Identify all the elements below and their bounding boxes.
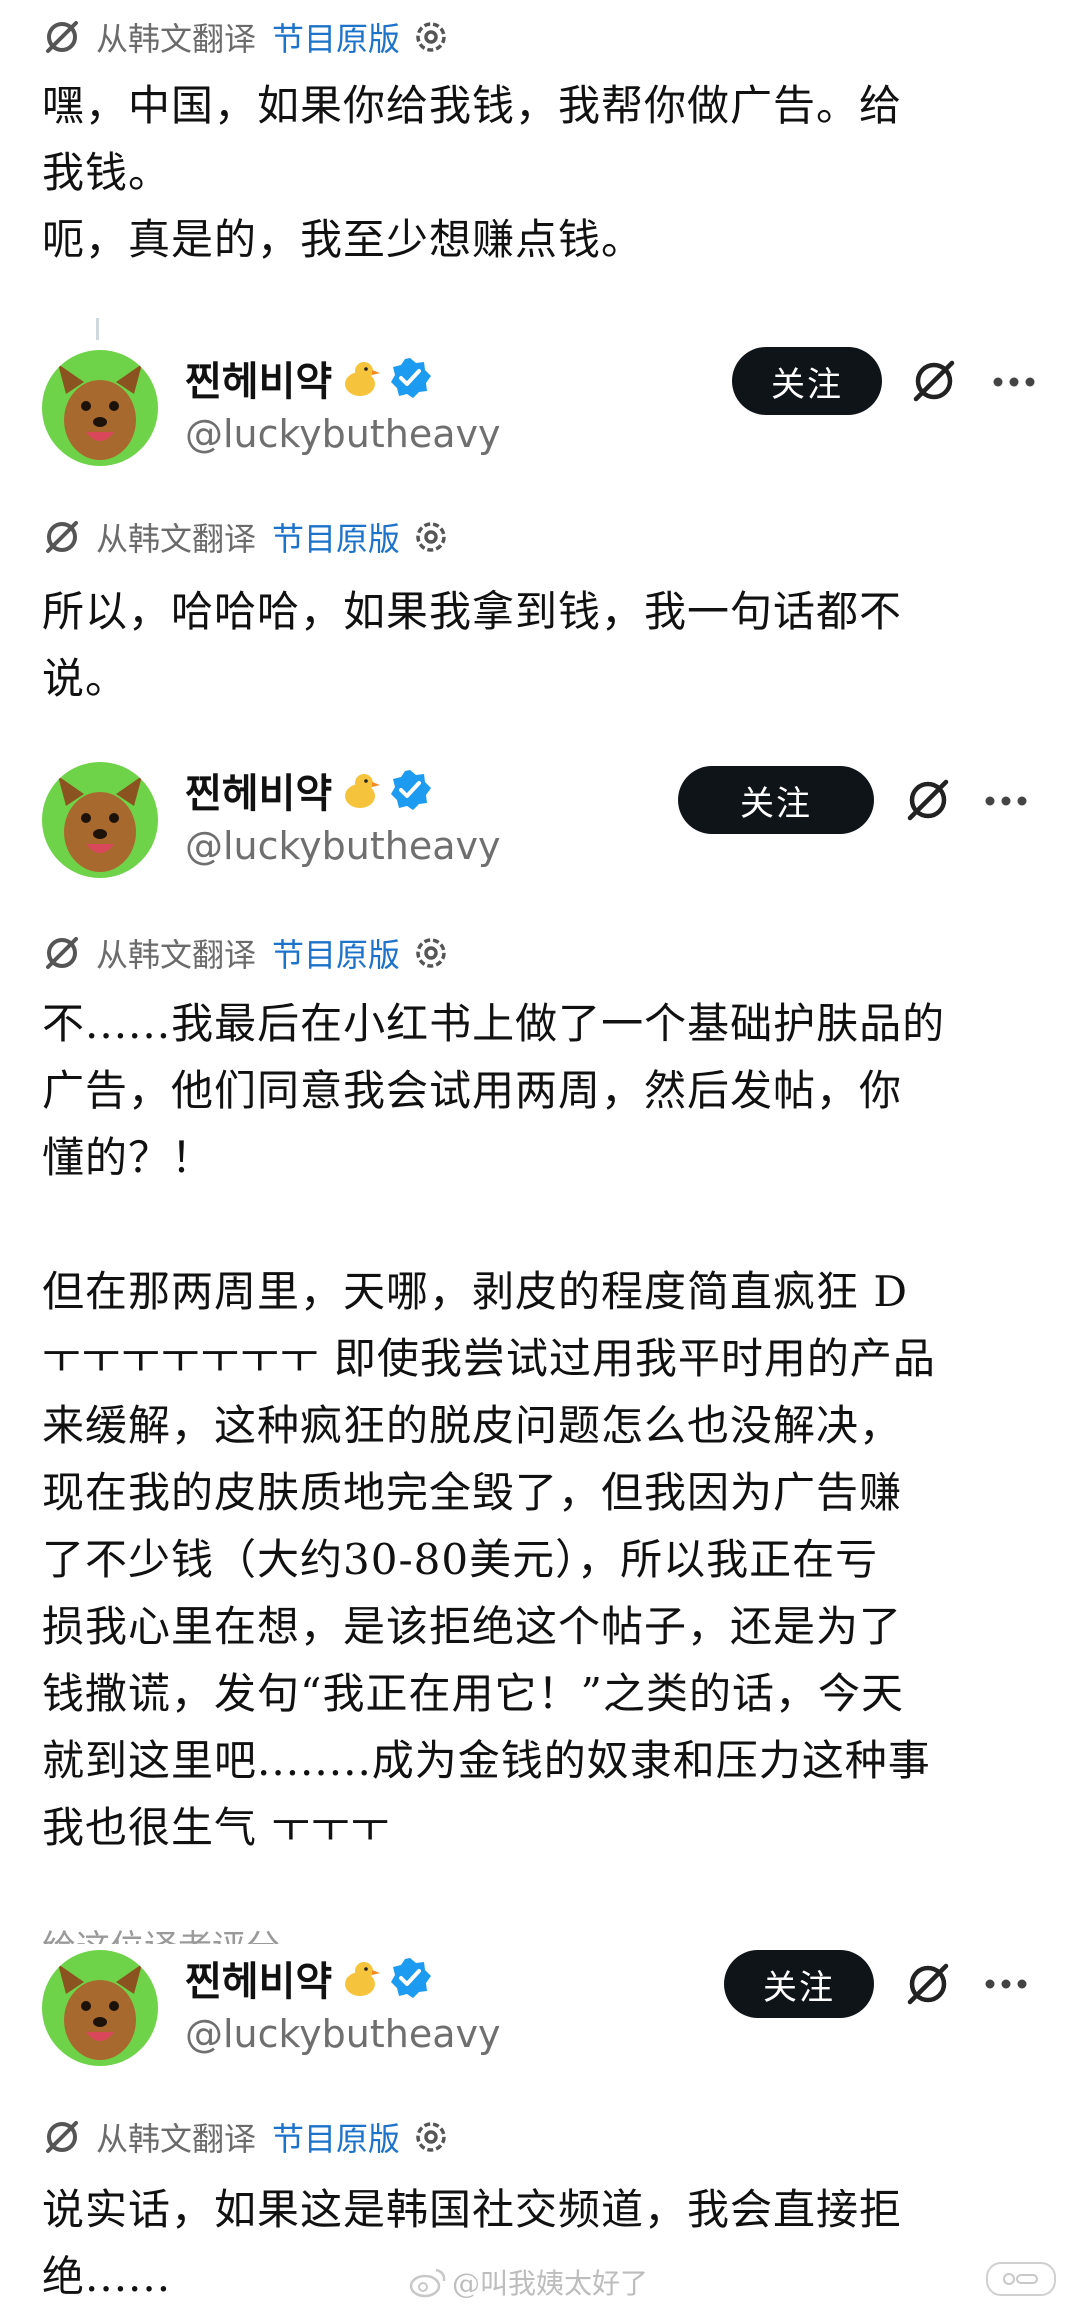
follow-button[interactable]: 关注 <box>724 1950 874 2018</box>
text-line: 说。 <box>42 654 129 703</box>
text-line: 不......我最后在小红书上做了一个基础护肤品的 <box>42 999 946 1048</box>
chick-emoji-icon <box>345 1962 381 1996</box>
watermark-logo-icon <box>986 2262 1056 2296</box>
show-original-link[interactable]: 节目原版 <box>272 930 400 976</box>
translation-bar: 从韩文翻译 节目原版 <box>42 512 450 562</box>
text-line: 我也很生气 ㅜㅜㅜ <box>42 1803 391 1852</box>
weibo-watermark: @叫我姨太好了 <box>408 2262 648 2302</box>
text-line: 来缓解，这种疯狂的脱皮问题怎么也没解决， <box>42 1401 903 1450</box>
gear-icon[interactable] <box>412 2118 450 2156</box>
verified-badge-icon <box>391 1958 432 1998</box>
show-original-link[interactable]: 节目原版 <box>272 14 400 60</box>
post-text-1: 嘿，中国，如果你给我钱，我帮你做广告。给 我钱。 呃，真是的，我至少想赚点钱。 <box>42 72 1042 273</box>
translated-from-label: 从韩文翻译 <box>96 520 257 558</box>
badge-mark-icon <box>1003 2273 1038 2285</box>
grok-icon <box>46 937 78 969</box>
paragraph-break <box>42 1191 1042 1258</box>
text-line: 我钱。 <box>42 148 172 197</box>
text-line: 损我心里在想，是该拒绝这个帖子，还是为了 <box>42 1602 903 1651</box>
user-handle[interactable]: @luckybutheavy <box>185 2008 501 2060</box>
dog-avatar-icon <box>42 762 158 878</box>
text-line: 就到这里吧........成为金钱的奴隶和压力这种事 <box>42 1736 931 1785</box>
user-handle[interactable]: @luckybutheavy <box>185 408 501 460</box>
follow-button[interactable]: 关注 <box>732 347 882 415</box>
weibo-logo-icon <box>409 2268 446 2298</box>
text-line: 所以，哈哈哈，如果我拿到钱，我一句话都不 <box>42 587 903 636</box>
avatar[interactable] <box>42 1950 158 2066</box>
grok-icon <box>46 2121 78 2153</box>
gear-icon[interactable] <box>412 18 450 56</box>
dog-avatar-icon <box>42 1950 158 2066</box>
translation-bar: 从韩文翻译 节目原版 <box>42 12 450 62</box>
chick-emoji-icon <box>345 774 381 808</box>
post-text-3: 不......我最后在小红书上做了一个基础护肤品的 广告，他们同意我会试用两周，… <box>42 990 1042 1861</box>
grok-icon <box>46 521 78 553</box>
post-text-2: 所以，哈哈哈，如果我拿到钱，我一句话都不 说。 <box>42 578 1042 712</box>
verified-badge-icon <box>391 358 432 398</box>
chick-emoji-icon <box>345 362 381 396</box>
grok-icon[interactable] <box>902 774 954 826</box>
user-handle[interactable]: @luckybutheavy <box>185 820 501 872</box>
translation-bar: 从韩文翻译 节目原版 <box>42 928 450 978</box>
display-name[interactable]: 찐헤비약 <box>185 1950 432 2006</box>
gear-icon[interactable] <box>412 934 450 972</box>
translated-from-label: 从韩文翻译 <box>96 2120 257 2158</box>
more-options-icon[interactable] <box>990 372 1038 392</box>
verified-badge-icon <box>391 770 432 810</box>
grok-icon[interactable] <box>902 1958 954 2010</box>
text-line: 了不少钱（大约30-80美元），所以我正在亏 <box>42 1535 879 1584</box>
more-options-icon[interactable] <box>982 791 1030 811</box>
avatar[interactable] <box>42 350 158 466</box>
translated-from-label: 从韩文翻译 <box>96 936 257 974</box>
watermark-text: @叫我姨太好了 <box>452 2267 649 2300</box>
text-line: 但在那两周里，天哪，剥皮的程度简直疯狂 D <box>42 1267 909 1316</box>
translation-bar: 从韩文翻译 节目原版 <box>42 2112 450 2162</box>
text-line: 说实话，如果这是韩国社交频道，我会直接拒 <box>42 2185 903 2234</box>
more-options-icon[interactable] <box>982 1974 1030 1994</box>
display-name[interactable]: 찐헤비약 <box>185 762 432 818</box>
show-original-link[interactable]: 节目原版 <box>272 2114 400 2160</box>
translated-from-label: 从韩文翻译 <box>96 20 257 58</box>
text-line: ㅜㅜㅜㅜㅜㅜㅜ 即使我尝试过用我平时用的产品 <box>42 1334 936 1383</box>
dog-avatar-icon <box>42 350 158 466</box>
grok-icon <box>46 21 78 53</box>
gear-icon[interactable] <box>412 518 450 556</box>
text-line: 广告，他们同意我会试用两周，然后发帖，你 <box>42 1066 903 1115</box>
follow-button[interactable]: 关注 <box>678 766 874 834</box>
grok-icon[interactable] <box>908 355 960 407</box>
show-original-link[interactable]: 节目原版 <box>272 514 400 560</box>
rate-translation-text: 给这位译者评分 <box>42 1918 582 1944</box>
text-line: 现在我的皮肤质地完全毁了，但我因为广告赚 <box>42 1468 903 1517</box>
thread-line <box>96 318 99 340</box>
text-line: 懂的？！ <box>42 1133 215 1182</box>
text-line: 嘿，中国，如果你给我钱，我帮你做广告。给 <box>42 81 903 130</box>
text-line: 呃，真是的，我至少想赚点钱。 <box>42 215 645 264</box>
display-name[interactable]: 찐헤비약 <box>185 350 432 406</box>
avatar[interactable] <box>42 762 158 878</box>
text-line: 钱撒谎，发句“我正在用它！”之类的话，今天 <box>42 1669 904 1718</box>
